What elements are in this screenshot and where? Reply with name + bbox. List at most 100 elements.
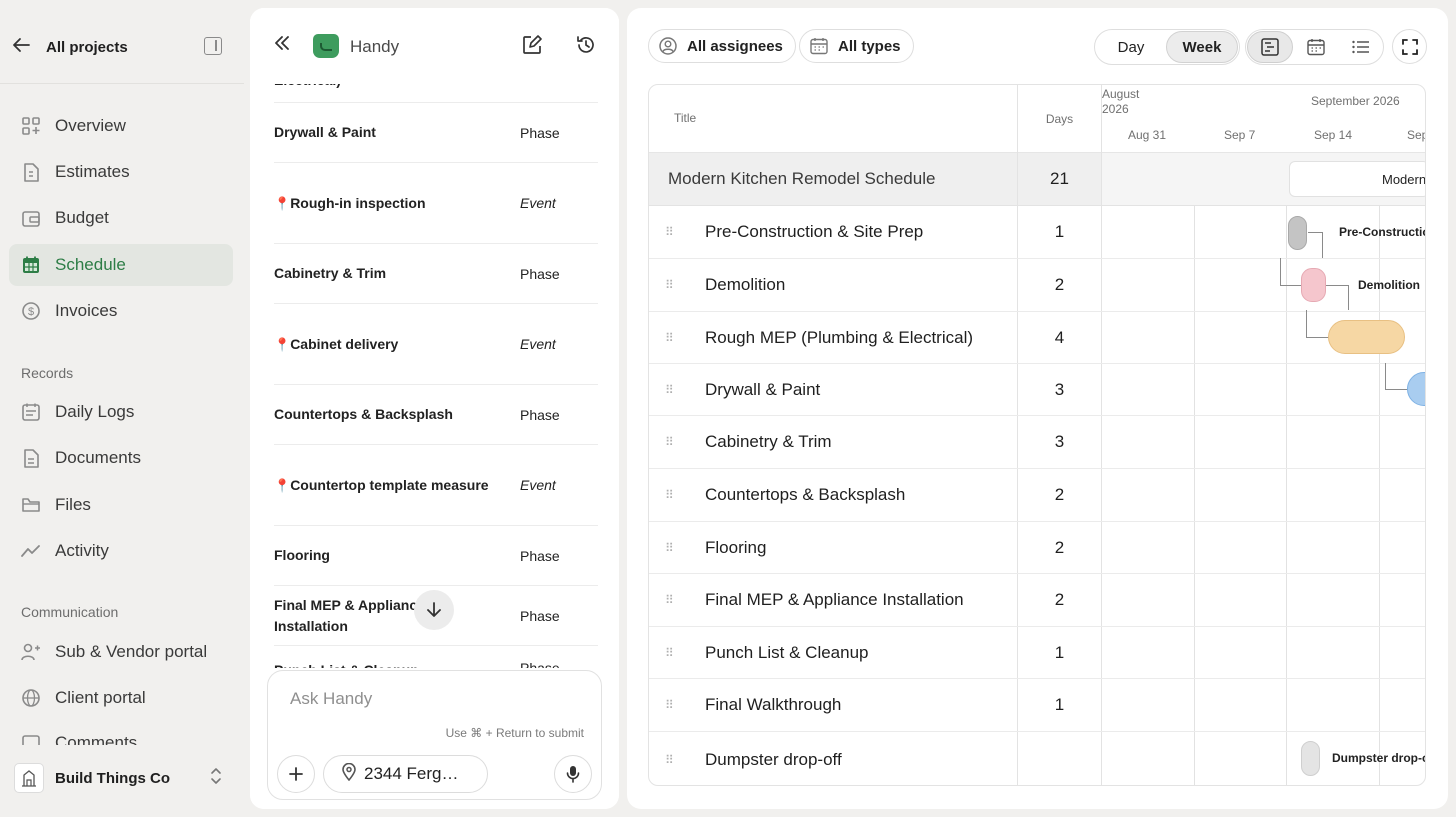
nav-documents[interactable]: Documents — [9, 437, 233, 479]
nav-budget[interactable]: Budget — [9, 197, 233, 239]
scroll-down-button[interactable] — [414, 590, 454, 630]
drag-handle-icon[interactable]: ⠿ — [665, 542, 675, 554]
drag-handle-icon[interactable]: ⠿ — [665, 699, 675, 711]
list-view-button[interactable] — [1338, 31, 1384, 63]
drag-handle-icon[interactable]: ⠿ — [665, 436, 675, 448]
row-days: 3 — [1017, 364, 1102, 415]
nav-label: Client portal — [55, 688, 146, 707]
collapse-sidebar-icon[interactable] — [204, 37, 222, 55]
table-row[interactable]: ⠿ Drywall & Paint 3 — [649, 364, 1425, 416]
nav-files[interactable]: Files — [9, 484, 233, 526]
nav-label: Schedule — [55, 255, 126, 274]
ask-input[interactable]: Ask Handy — [290, 689, 372, 709]
globe-icon — [21, 688, 41, 708]
fullscreen-button[interactable] — [1392, 29, 1427, 64]
nav-label: Documents — [55, 448, 141, 467]
nav-comments[interactable]: Comments — [9, 723, 233, 745]
assistant-panel: Handy Electrical) Drywall & Paint Phase … — [250, 8, 619, 809]
item-name-wrap: 📍Countertop template measure — [274, 475, 520, 496]
table-row[interactable]: ⠿ Final Walkthrough 1 — [649, 679, 1425, 732]
nav-activity[interactable]: Activity — [9, 530, 233, 572]
table-row[interactable]: ⠿ Countertops & Backsplash 2 — [649, 469, 1425, 522]
item-type: Phase — [520, 547, 560, 564]
project-location-chip[interactable]: 2344 Ferg… — [323, 755, 488, 793]
drag-handle-icon[interactable]: ⠿ — [665, 489, 675, 501]
item-name: Flooring — [274, 547, 330, 563]
item-type: Event — [520, 195, 556, 211]
nav-sub-vendor-portal[interactable]: Sub & Vendor portal — [9, 631, 233, 673]
double-chevron-left-icon[interactable] — [274, 34, 290, 55]
week-label: Aug 31 — [1128, 128, 1167, 142]
nav-label: Invoices — [55, 301, 118, 320]
nav-label: Budget — [55, 208, 109, 227]
item-type: Phase — [520, 265, 560, 282]
new-chat-icon[interactable] — [522, 35, 542, 60]
ask-composer[interactable]: Ask Handy Use ⌘ + Return to submit 2344 … — [267, 670, 602, 800]
drag-handle-icon[interactable]: ⠿ — [665, 594, 675, 606]
bar-label: Dumpster drop-off — [1332, 751, 1425, 765]
dependency-connector — [1326, 285, 1349, 310]
calendar-icon — [1307, 39, 1325, 56]
drag-handle-icon[interactable]: ⠿ — [665, 332, 675, 344]
item-name: Rough-in inspection — [290, 194, 426, 211]
gantt-bar[interactable] — [1328, 320, 1405, 354]
microphone-icon — [566, 766, 580, 783]
user-circle-icon — [659, 37, 677, 55]
drag-handle-icon[interactable]: ⠿ — [665, 754, 675, 766]
bar-label: Demolition — [1358, 278, 1420, 292]
week-label: Sep 21 — [1407, 128, 1425, 142]
row-days: 1 — [1017, 679, 1102, 731]
drag-handle-icon[interactable]: ⠿ — [665, 384, 675, 396]
nav-client-portal[interactable]: Client portal — [9, 677, 233, 719]
assignee-filter[interactable]: All assignees — [648, 29, 796, 63]
microphone-button[interactable] — [554, 755, 592, 793]
scale-day-button[interactable]: Day — [1097, 31, 1165, 63]
scale-week-button[interactable]: Week — [1166, 31, 1238, 63]
drag-handle-icon[interactable]: ⠿ — [665, 226, 675, 238]
users-icon — [21, 642, 41, 662]
schedule-summary-row[interactable]: Modern Kitchen Remodel Schedule 21 Moder… — [649, 153, 1425, 206]
month-label: September 2026 — [1311, 94, 1400, 108]
calendar-view-button[interactable] — [1293, 31, 1339, 63]
row-days: 2 — [1017, 574, 1102, 626]
table-row[interactable]: ⠿ Punch List & Cleanup 1 — [649, 627, 1425, 679]
dollar-circle-icon: $ — [21, 301, 41, 321]
gantt-bar[interactable] — [1301, 268, 1326, 302]
activity-icon — [21, 541, 41, 561]
gantt-bar[interactable] — [1301, 741, 1320, 776]
handy-logo-icon — [313, 34, 339, 58]
drag-handle-icon[interactable]: ⠿ — [665, 647, 675, 659]
nav-invoices[interactable]: $ Invoices — [9, 290, 233, 332]
summary-bar[interactable]: Modern Kitchen Remodel Schedule — [1289, 161, 1425, 197]
back-label: All projects — [46, 38, 128, 56]
wallet-icon — [21, 208, 41, 228]
org-name: Build Things Co — [55, 769, 170, 787]
nav-estimates[interactable]: Estimates — [9, 151, 233, 193]
item-type: Phase — [520, 406, 560, 423]
expand-icon — [1401, 38, 1418, 55]
attach-button[interactable] — [277, 755, 315, 793]
nav-overview[interactable]: Overview — [9, 105, 233, 147]
gantt-view-button[interactable] — [1247, 31, 1293, 63]
drag-handle-icon[interactable]: ⠿ — [665, 279, 675, 291]
organization-switcher[interactable]: Build Things Co — [14, 760, 232, 796]
table-row[interactable]: ⠿ Flooring 2 — [649, 522, 1425, 574]
nav-daily-logs[interactable]: Daily Logs — [9, 391, 233, 433]
document-dollar-icon — [21, 162, 41, 182]
gantt-header: Title Days August 2026 September 2026 Au… — [649, 85, 1425, 153]
item-name: Cabinet delivery — [290, 335, 399, 352]
item-name: Countertops & Backsplash — [274, 406, 453, 422]
back-to-projects[interactable]: All projects — [12, 34, 230, 60]
row-days — [1017, 732, 1102, 785]
table-row[interactable]: ⠿ Final MEP & Appliance Installation 2 — [649, 574, 1425, 627]
table-row[interactable]: ⠿ Cabinetry & Trim 3 — [649, 416, 1425, 469]
history-icon[interactable] — [576, 35, 596, 60]
pin-icon: 📍 — [274, 477, 291, 493]
row-title: Flooring — [705, 537, 767, 557]
gantt-bar[interactable] — [1288, 216, 1307, 250]
nav-schedule[interactable]: Schedule — [9, 244, 233, 286]
row-title: Dumpster drop-off — [705, 749, 842, 769]
time-scale-toggle: Day Week — [1094, 29, 1240, 65]
type-filter[interactable]: All types — [799, 29, 914, 63]
list-item: Cabinetry & Trim Phase — [274, 243, 598, 303]
